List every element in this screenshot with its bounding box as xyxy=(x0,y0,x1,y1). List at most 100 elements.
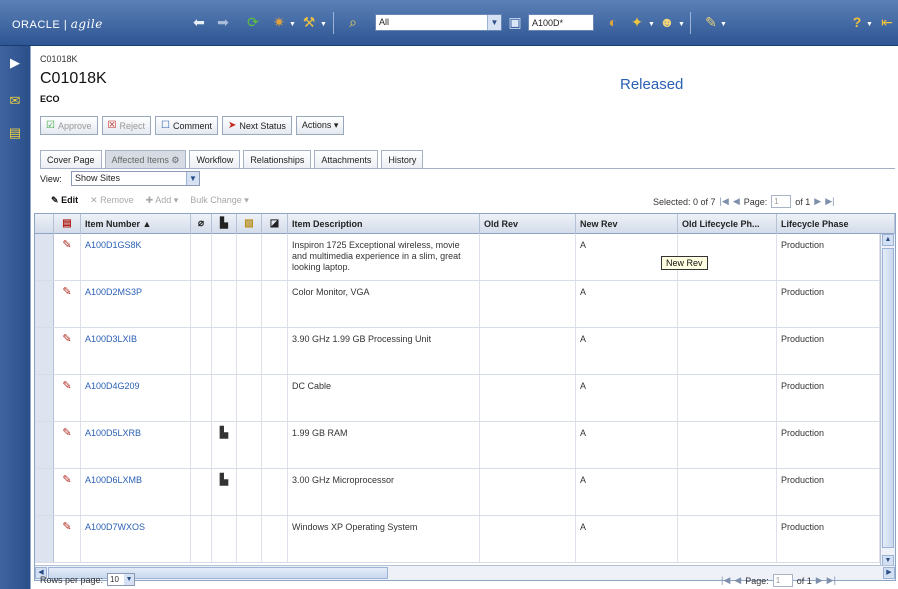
chevron-down-icon[interactable]: ▼ xyxy=(487,15,501,30)
help-icon[interactable]: ? xyxy=(848,13,866,31)
document-column-icon[interactable]: ▧ xyxy=(237,214,262,234)
inbox-dropdown-icon[interactable]: ▼ xyxy=(648,21,655,28)
scroll-right-icon[interactable]: ▶ xyxy=(883,567,895,579)
inbox-icon[interactable]: ✦ xyxy=(628,13,646,31)
first-page-icon[interactable]: |◀ xyxy=(721,575,730,586)
row-selector[interactable] xyxy=(35,516,54,562)
view-select[interactable]: Show Sites ▼ xyxy=(71,171,200,186)
row-selector[interactable] xyxy=(35,422,54,468)
next-status-button[interactable]: ➤ Next Status xyxy=(221,116,292,135)
row-selector[interactable] xyxy=(35,328,54,374)
tools-icon[interactable]: ⚒ xyxy=(300,13,318,31)
table-row[interactable]: ✎ A100D3LXIB 3.90 GHz 1.99 GB Processing U… xyxy=(35,328,880,375)
chevron-down-icon[interactable]: ▼ xyxy=(186,172,199,185)
refresh-icon[interactable]: ⟳ xyxy=(244,13,262,31)
item-number-link[interactable]: A100D1GS8K xyxy=(81,234,191,280)
prev-page-icon[interactable]: ◀ xyxy=(733,196,740,207)
search-type-select[interactable]: All ▼ xyxy=(375,14,502,31)
item-number-link[interactable]: A100D4G209 xyxy=(81,375,191,421)
column-old-rev[interactable]: Old Rev xyxy=(480,214,576,234)
logout-icon[interactable]: ⇤ xyxy=(878,13,896,31)
item-number-link[interactable]: A100D7WXOS xyxy=(81,516,191,562)
edit-pencil-icon[interactable]: ✎ xyxy=(62,427,71,439)
first-page-icon[interactable]: |◀ xyxy=(720,196,729,207)
column-item-number[interactable]: Item Number ▲ xyxy=(81,214,191,234)
tab-cover-page[interactable]: Cover Page xyxy=(40,150,102,169)
row-selector[interactable] xyxy=(35,375,54,421)
edit-pencil-icon[interactable]: ✎ xyxy=(62,333,71,345)
tab-history[interactable]: History xyxy=(381,150,424,169)
bom-icon[interactable]: ▙ xyxy=(220,427,228,439)
user-dropdown-icon[interactable]: ▼ xyxy=(678,21,685,28)
redline-column-icon[interactable]: ▤ xyxy=(54,214,81,234)
item-number-link[interactable]: A100D6LXMB xyxy=(81,469,191,515)
column-old-lifecycle-phase[interactable]: Old Lifecycle Ph... xyxy=(678,214,777,234)
tab-relationships[interactable]: Relationships xyxy=(243,150,312,169)
forward-arrow-icon[interactable]: ➡ xyxy=(214,13,232,31)
edit-pencil-icon[interactable]: ✎ xyxy=(62,239,71,251)
search-go-icon[interactable]: ◐ xyxy=(604,13,622,31)
settings-icon[interactable]: ✎ xyxy=(702,13,720,31)
back-arrow-icon[interactable]: ⬅ xyxy=(190,13,208,31)
table-row[interactable]: ✎ A100D7WXOS Windows XP Operating System A P… xyxy=(35,516,880,563)
scroll-up-icon[interactable]: ▲ xyxy=(882,234,894,246)
next-page-icon[interactable]: ▶ xyxy=(814,196,821,207)
item-number-link[interactable]: A100D2MS3P xyxy=(81,281,191,327)
table-row[interactable]: ✎ A100D1GS8K Inspiron 1725 Exceptional wir… xyxy=(35,234,880,281)
bom-column-icon[interactable]: ▙ xyxy=(212,214,237,234)
search-input[interactable] xyxy=(528,14,594,31)
create-dropdown-icon[interactable]: ▼ xyxy=(289,21,296,28)
column-lifecycle-phase[interactable]: Lifecycle Phase xyxy=(777,214,895,234)
bulk-change-button[interactable]: Bulk Change ▾ xyxy=(190,195,249,206)
tab-workflow[interactable]: Workflow xyxy=(189,150,241,169)
redline-doc-column-icon[interactable]: ◪ xyxy=(262,214,288,234)
expand-panel-icon[interactable]: ▶ xyxy=(6,54,24,72)
binoculars-icon[interactable]: ⌕ xyxy=(344,13,362,31)
table-row[interactable]: ✎ A100D2MS3P Color Monitor, VGA A Production xyxy=(35,281,880,328)
recent-items-icon[interactable]: ▤ xyxy=(6,124,24,142)
table-row[interactable]: ✎ ▙ A100D5LXRB 1.99 GB RAM A Production xyxy=(35,422,880,469)
rows-per-page-select[interactable]: 10 ▼ xyxy=(107,573,136,586)
edit-pencil-icon[interactable]: ✎ xyxy=(62,474,71,486)
row-selector[interactable] xyxy=(35,234,54,280)
vertical-scroll-thumb[interactable] xyxy=(882,248,894,548)
search-options-icon[interactable]: ▣ xyxy=(506,13,524,31)
breadcrumb[interactable]: C01018K xyxy=(40,54,78,64)
attachment-column-icon[interactable]: ⌀ xyxy=(191,214,212,234)
last-page-icon[interactable]: ▶| xyxy=(825,196,834,207)
prev-page-icon[interactable]: ◀ xyxy=(734,575,741,586)
help-dropdown-icon[interactable]: ▼ xyxy=(866,21,873,28)
chevron-down-icon[interactable]: ▼ xyxy=(124,574,135,585)
edit-pencil-icon[interactable]: ✎ xyxy=(62,380,71,392)
vertical-scrollbar[interactable]: ▲ ▼ xyxy=(880,234,895,567)
edit-pencil-icon[interactable]: ✎ xyxy=(62,286,71,298)
item-number-link[interactable]: A100D3LXIB xyxy=(81,328,191,374)
remove-button[interactable]: ✕ Remove xyxy=(90,195,134,206)
edit-pencil-icon[interactable]: ✎ xyxy=(62,521,71,533)
user-icon[interactable]: ☻ xyxy=(658,13,676,31)
page-number-input[interactable]: 1 xyxy=(771,195,792,208)
bom-icon[interactable]: ▙ xyxy=(220,474,228,486)
row-selector[interactable] xyxy=(35,469,54,515)
table-row[interactable]: ✎ ▙ A100D6LXMB 3.00 GHz Microprocessor A Prod… xyxy=(35,469,880,516)
page-number-input[interactable]: 1 xyxy=(772,574,793,587)
inbox-folder-icon[interactable]: ✉ xyxy=(6,92,24,110)
tab-attachments[interactable]: Attachments xyxy=(314,150,379,169)
comment-button[interactable]: ☐ Comment xyxy=(154,116,218,135)
item-number-link[interactable]: A100D5LXRB xyxy=(81,422,191,468)
column-item-description[interactable]: Item Description xyxy=(288,214,480,234)
reject-button[interactable]: ☒ Reject xyxy=(101,116,151,135)
next-page-icon[interactable]: ▶ xyxy=(816,575,823,586)
approve-button[interactable]: ☑ Approve xyxy=(40,116,98,135)
edit-button[interactable]: ✎ Edit xyxy=(51,195,78,206)
tools-dropdown-icon[interactable]: ▼ xyxy=(320,21,327,28)
add-button[interactable]: ✚ Add ▾ xyxy=(146,195,179,206)
table-row[interactable]: ✎ A100D4G209 DC Cable A Production xyxy=(35,375,880,422)
row-selector[interactable] xyxy=(35,281,54,327)
column-new-rev[interactable]: New Rev xyxy=(576,214,678,234)
last-page-icon[interactable]: ▶| xyxy=(827,575,836,586)
create-icon[interactable]: ✷ xyxy=(270,13,288,31)
tab-affected-items[interactable]: Affected Items ⚙ xyxy=(104,150,187,169)
settings-dropdown-icon[interactable]: ▼ xyxy=(720,21,727,28)
actions-menu-button[interactable]: Actions ▾ xyxy=(295,116,345,135)
